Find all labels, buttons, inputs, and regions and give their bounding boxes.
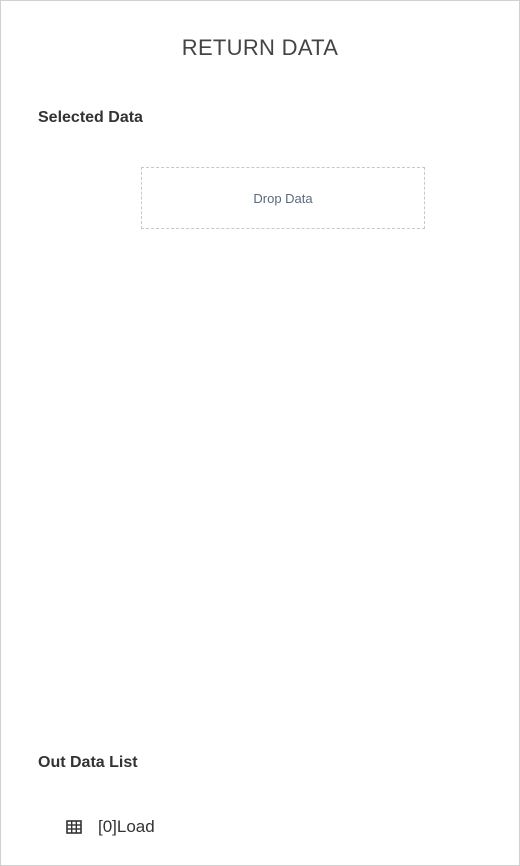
out-data-list-item[interactable]: [0]Load: [66, 813, 155, 841]
return-data-panel: RETURN DATA Selected Data Drop Data Out …: [0, 0, 520, 866]
out-data-list-label: Out Data List: [38, 754, 138, 771]
panel-title: RETURN DATA: [181, 35, 339, 60]
selected-data-label: Selected Data: [38, 109, 143, 126]
drop-data-zone[interactable]: Drop Data: [141, 167, 425, 229]
table-icon: [66, 820, 82, 834]
out-data-list: [0]Load: [66, 813, 155, 841]
drop-data-text: Drop Data: [253, 190, 313, 206]
out-data-list-item-label: [0]Load: [98, 817, 155, 836]
